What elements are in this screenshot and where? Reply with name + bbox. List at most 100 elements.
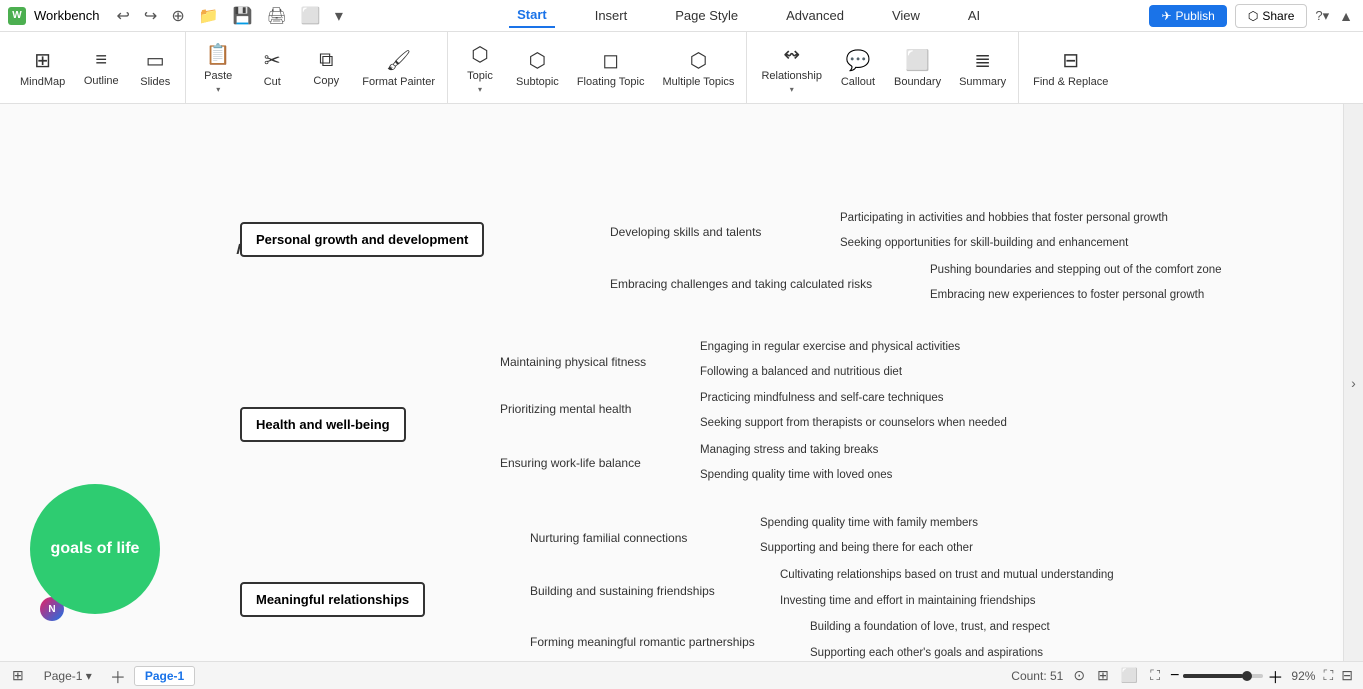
leaf-engaging-exercise[interactable]: Engaging in regular exercise and physica… xyxy=(700,341,960,353)
menu-view[interactable]: View xyxy=(884,3,928,28)
active-page-label: Page-1 xyxy=(145,669,184,683)
titlebar: W Workbench ↩ ↪ ⊕ 📁 💾 🖨 ⬜ ▾ Start Insert… xyxy=(0,0,1363,32)
paste-button[interactable]: 📋 Paste ▾ xyxy=(192,38,244,98)
leaf-participating[interactable]: Participating in activities and hobbies … xyxy=(840,212,1168,224)
subtopic-button[interactable]: ⬡ Subtopic xyxy=(508,38,567,98)
statusbar-right: Count: 51 ⊙ ⊞ ⬜ ⛶ − ＋ 92% ⛶ ⊟ xyxy=(1011,664,1353,688)
callout-label: Callout xyxy=(841,76,875,88)
cut-button[interactable]: ✂ Cut xyxy=(246,38,298,98)
subtopic-icon: ⬡ xyxy=(529,48,546,73)
topic-label: Topic xyxy=(467,70,493,82)
help-button[interactable]: ?▾ xyxy=(1315,8,1329,24)
find-replace-button[interactable]: ⊟ Find & Replace xyxy=(1025,38,1116,98)
subtopic-building-friendships[interactable]: Building and sustaining friendships xyxy=(530,584,715,598)
subtopic-prioritizing-mental[interactable]: Prioritizing mental health xyxy=(500,402,631,416)
summary-icon: ≣ xyxy=(974,48,991,73)
central-node[interactable]: goals of life xyxy=(30,484,160,614)
active-page-tab[interactable]: Page-1 xyxy=(134,666,195,686)
collapse-button[interactable]: ▲ xyxy=(1337,6,1355,26)
leaf-quality-time-family[interactable]: Spending quality time with family member… xyxy=(760,517,978,529)
more-button[interactable]: ▾ xyxy=(330,4,348,28)
format-painter-button[interactable]: 🖌 Format Painter xyxy=(354,38,443,98)
topic-health[interactable]: Health and well-being xyxy=(240,407,406,442)
copy-button[interactable]: ⧉ Copy xyxy=(300,38,352,98)
undo-button[interactable]: ↩ xyxy=(112,4,135,28)
zoom-out-button[interactable]: − xyxy=(1170,667,1179,685)
leaf-investing-time[interactable]: Investing time and effort in maintaining… xyxy=(780,595,1036,607)
outline-button[interactable]: ≡ Outline xyxy=(75,38,127,98)
menu-ai[interactable]: AI xyxy=(960,3,988,28)
menu-page-style[interactable]: Page Style xyxy=(667,3,746,28)
menu-start[interactable]: Start xyxy=(509,3,555,28)
fit-button[interactable]: ⊟ xyxy=(1341,667,1353,684)
summary-button[interactable]: ≣ Summary xyxy=(951,38,1014,98)
floating-topic-button[interactable]: ◻ Floating Topic xyxy=(569,38,653,98)
subtopic-maintaining-fitness[interactable]: Maintaining physical fitness xyxy=(500,355,646,369)
print-button[interactable]: 🖨 xyxy=(262,4,292,28)
floating-topic-icon: ◻ xyxy=(602,48,619,73)
subtopic-nurturing-familial[interactable]: Nurturing familial connections xyxy=(530,531,687,545)
canvas[interactable]: goals of life Personal growth and develo… xyxy=(0,104,1343,661)
zoom-slider[interactable] xyxy=(1183,674,1263,678)
mindmap-label: MindMap xyxy=(20,76,65,88)
multiple-topics-button[interactable]: ⬡ Multiple Topics xyxy=(654,38,742,98)
add-page-button[interactable]: ＋ xyxy=(110,664,126,688)
expand-button[interactable]: ⛶ xyxy=(1323,667,1333,684)
right-panel-toggle[interactable]: › xyxy=(1343,104,1363,661)
titlebar-right: ✈ Publish ⬡ Share ?▾ ▲ xyxy=(1149,4,1355,28)
view-mode-button[interactable]: ⬜ xyxy=(1119,665,1140,686)
leaf-quality-time-loved[interactable]: Spending quality time with loved ones xyxy=(700,469,892,481)
new-button[interactable]: ⊕ xyxy=(166,4,189,28)
leaf-mindfulness[interactable]: Practicing mindfulness and self-care tec… xyxy=(700,392,944,404)
subtopic-work-life[interactable]: Ensuring work-life balance xyxy=(500,456,641,470)
multiple-topics-icon: ⬡ xyxy=(690,48,707,73)
publish-button[interactable]: ✈ Publish xyxy=(1149,5,1226,27)
slides-button[interactable]: ▭ Slides xyxy=(129,38,181,98)
relationship-button[interactable]: ↭ Relationship ▾ xyxy=(753,38,830,98)
leaf-balanced-diet[interactable]: Following a balanced and nutritious diet xyxy=(700,366,902,378)
save-button[interactable]: 💾 xyxy=(228,4,258,28)
leaf-seeking-skill[interactable]: Seeking opportunities for skill-building… xyxy=(840,237,1128,249)
subtopic-developing-skills[interactable]: Developing skills and talents xyxy=(610,225,761,239)
paste-label: Paste xyxy=(204,70,232,82)
topic-personal-growth[interactable]: Personal growth and development xyxy=(240,222,484,257)
menu-insert[interactable]: Insert xyxy=(587,3,636,28)
leaf-cultivating-trust[interactable]: Cultivating relationships based on trust… xyxy=(780,569,1114,581)
redo-button[interactable]: ↪ xyxy=(139,4,162,28)
leaf-supporting-goals[interactable]: Supporting each other's goals and aspira… xyxy=(810,647,1043,659)
leaf-building-foundation[interactable]: Building a foundation of love, trust, an… xyxy=(810,621,1050,633)
leaf-embracing-new[interactable]: Embracing new experiences to foster pers… xyxy=(930,289,1204,301)
export-button[interactable]: ⬜ xyxy=(296,4,326,28)
zoom-fit-button[interactable]: ⊙ xyxy=(1071,665,1087,686)
fullscreen-button[interactable]: ⛶ xyxy=(1148,665,1162,686)
page-dropdown[interactable]: Page-1 ▾ xyxy=(34,667,102,685)
callout-button[interactable]: 💬 Callout xyxy=(832,38,884,98)
topic-meaningful[interactable]: Meaningful relationships xyxy=(240,582,425,617)
subtopic-developing-skills-label: Developing skills and talents xyxy=(610,225,761,239)
menu-advanced[interactable]: Advanced xyxy=(778,3,852,28)
mindmap-button[interactable]: ⊞ MindMap xyxy=(12,38,73,98)
zoom-in-button[interactable]: ＋ xyxy=(1267,664,1283,688)
leaf-seeking-support[interactable]: Seeking support from therapists or couns… xyxy=(700,417,1007,429)
callout-icon: 💬 xyxy=(846,48,871,73)
zoom-slider-fill xyxy=(1183,674,1243,678)
zoom-percent: 92% xyxy=(1291,669,1315,683)
leaf-pushing-boundaries[interactable]: Pushing boundaries and stepping out of t… xyxy=(930,264,1222,276)
layout-button[interactable]: ⊞ xyxy=(10,665,26,686)
grid-view-button[interactable]: ⊞ xyxy=(1095,665,1111,686)
boundary-button[interactable]: ⬜ Boundary xyxy=(886,38,949,98)
copy-label: Copy xyxy=(313,75,339,87)
floating-topic-label: Floating Topic xyxy=(577,76,645,88)
topic-arrow: ▾ xyxy=(478,85,482,94)
topic-button[interactable]: ⬡ Topic ▾ xyxy=(454,38,506,98)
leaf-supporting-each-other[interactable]: Supporting and being there for each othe… xyxy=(760,542,973,554)
subtopic-embracing-challenges[interactable]: Embracing challenges and taking calculat… xyxy=(610,277,872,291)
zoom-slider-thumb xyxy=(1242,671,1252,681)
share-button[interactable]: ⬡ Share xyxy=(1235,4,1308,28)
leaf-managing-stress[interactable]: Managing stress and taking breaks xyxy=(700,444,878,456)
zoom-control: − ＋ xyxy=(1170,664,1283,688)
subtopic-forming-romantic[interactable]: Forming meaningful romantic partnerships xyxy=(530,635,755,649)
open-button[interactable]: 📁 xyxy=(194,4,224,28)
chevron-right-icon: › xyxy=(1351,375,1356,391)
format-painter-icon: 🖌 xyxy=(386,48,411,73)
